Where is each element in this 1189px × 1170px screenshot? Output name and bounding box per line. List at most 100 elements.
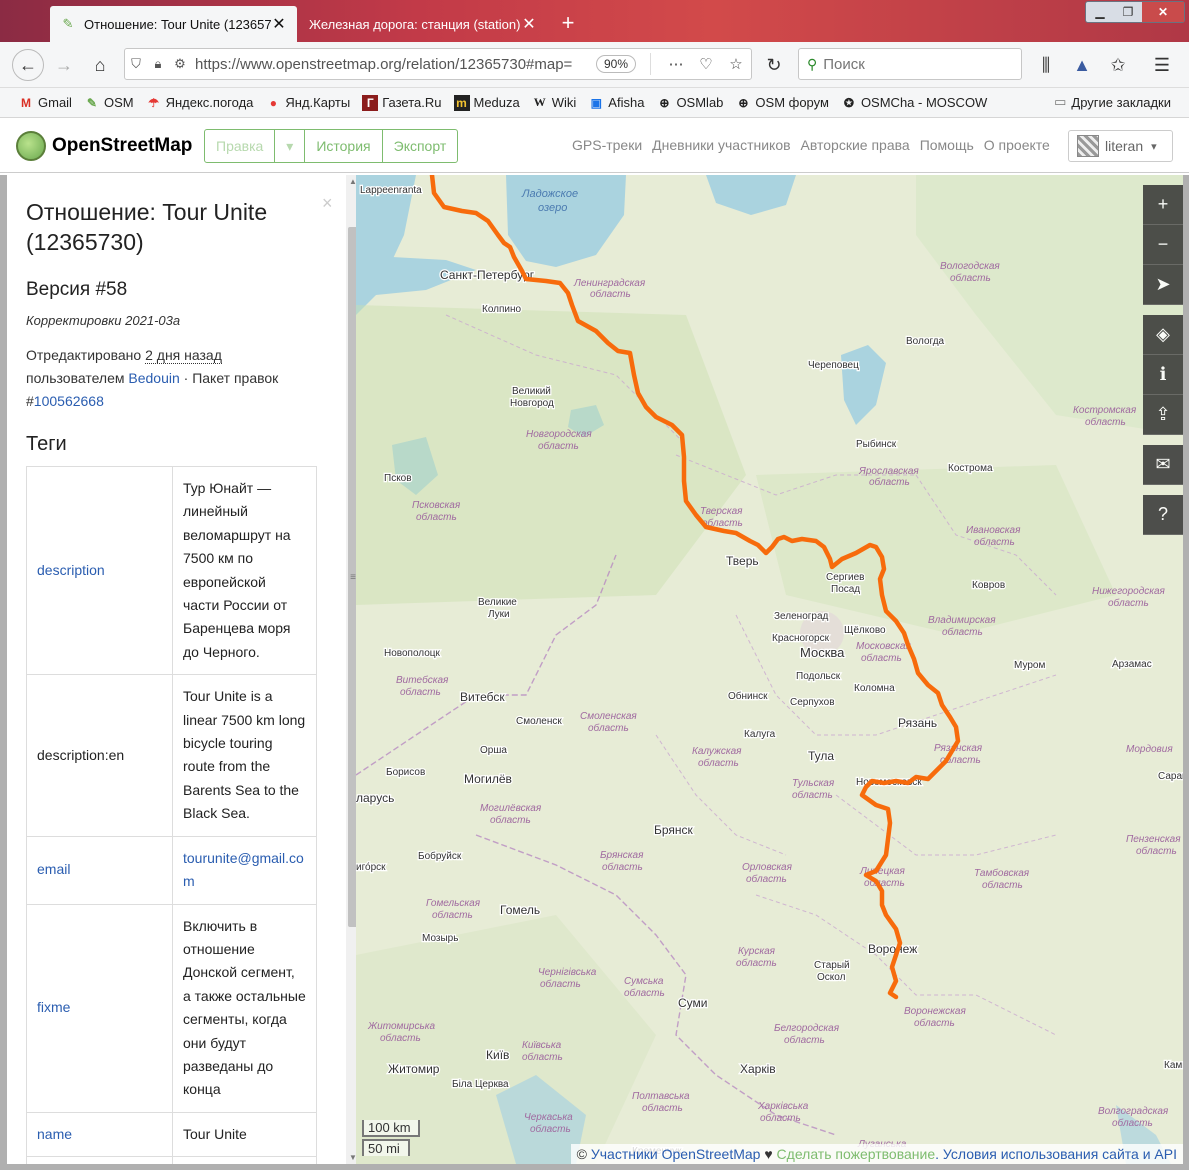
lock-icon[interactable]: 🔒︎ xyxy=(147,56,169,72)
osm-header: OpenStreetMap Правка ▾ История Экспорт G… xyxy=(0,119,1189,173)
globe-icon: ⊕ xyxy=(738,95,749,110)
library-icon[interactable]: ⫼ xyxy=(1030,49,1062,81)
bookmark-gazeta[interactable]: Г Газета.Ru xyxy=(362,94,442,111)
browser-tab-strip: ✎ Отношение: Tour Unite (12365730) ✕ Жел… xyxy=(0,0,1189,42)
link-copyright[interactable]: Авторские права xyxy=(801,137,910,153)
share-button[interactable]: ⇪ xyxy=(1143,395,1183,435)
city-label: Кострома xyxy=(948,463,993,474)
map-key-button[interactable]: ℹ xyxy=(1143,355,1183,395)
bookmark-yandex-maps[interactable]: ● Янд.Карты xyxy=(265,95,350,111)
search-bar[interactable]: ⚲ xyxy=(798,48,1022,80)
osmcha-icon: ✪ xyxy=(843,95,854,110)
tag-key-link[interactable]: name xyxy=(26,1111,173,1158)
bookmark-gmail[interactable]: M Gmail xyxy=(18,95,72,111)
query-features-button[interactable]: ? xyxy=(1143,495,1183,535)
tags-heading: Теги xyxy=(26,433,67,455)
bookmark-wiki[interactable]: W Wiki xyxy=(532,95,577,111)
search-input[interactable] xyxy=(823,55,994,73)
bookmark-osmcha[interactable]: ✪ OSMCha - MOSCOW xyxy=(841,95,987,111)
city-label: Житомир xyxy=(388,1062,440,1076)
url-text[interactable]: https://www.openstreetmap.org/relation/1… xyxy=(191,56,596,73)
layers-button[interactable]: ◈ xyxy=(1143,315,1183,355)
changeset-link[interactable]: 100562668 xyxy=(34,393,104,409)
bookmark-meduza[interactable]: m Meduza xyxy=(453,94,520,111)
tab-osm-relation[interactable]: ✎ Отношение: Tour Unite (12365730) ✕ xyxy=(50,6,297,42)
city-label: Брянск xyxy=(654,823,694,837)
region-label: Ленинградская xyxy=(573,278,646,289)
tag-key-link[interactable]: email xyxy=(26,835,173,905)
menu-icon[interactable]: ☰ xyxy=(1146,49,1178,81)
shield-icon[interactable]: ⛉ xyxy=(125,56,147,72)
maximize-icon[interactable]: ❐ xyxy=(1114,2,1142,22)
email-link[interactable]: tourunite@gmail.com xyxy=(172,835,317,905)
gazeta-icon: Г xyxy=(362,94,379,111)
tag-key-link[interactable]: description xyxy=(26,465,173,676)
url-bar[interactable]: ⛉ 🔒︎ ⚙ https://www.openstreetmap.org/rel… xyxy=(124,48,752,80)
region-label: область xyxy=(869,476,910,488)
region-label: Мордовия xyxy=(1126,744,1173,755)
window-controls: ▁ ❐ ✕ xyxy=(1085,1,1185,23)
close-icon[interactable]: × xyxy=(322,193,333,214)
bookmark-afisha[interactable]: ▣ Afisha xyxy=(588,95,645,111)
region-label: Витебская xyxy=(396,674,449,686)
minimize-icon[interactable]: ▁ xyxy=(1086,2,1114,22)
region-label: область xyxy=(746,873,787,885)
site-name: OpenStreetMap xyxy=(52,135,193,156)
tab-close-icon[interactable]: ✕ xyxy=(271,14,287,34)
link-user-diaries[interactable]: Дневники участников xyxy=(652,137,790,153)
add-note-button[interactable]: ✉ xyxy=(1143,445,1183,485)
region-label: Ярославская xyxy=(858,466,919,477)
city-label: Псков xyxy=(384,473,412,484)
tab-close-icon[interactable]: ✕ xyxy=(521,14,537,34)
bookmark-yandex-weather[interactable]: ☂ Яндекс.погода xyxy=(146,95,253,111)
new-tab-button[interactable]: + xyxy=(556,10,580,36)
city-label: Коломна xyxy=(854,683,895,694)
home-icon[interactable]: ⌂ xyxy=(84,49,116,81)
geolocate-button[interactable]: ➤ xyxy=(1143,265,1183,305)
window-frame-bottom xyxy=(0,1164,1189,1170)
city-label: Обнинск xyxy=(728,690,768,702)
map[interactable]: Ладожское озеро Ленинградская область Волого… xyxy=(356,175,1183,1164)
bookmark-osm[interactable]: ✎ OSM xyxy=(84,95,134,111)
user-menu-button[interactable]: literan ▾ xyxy=(1068,130,1173,162)
osm-logo[interactable]: OpenStreetMap xyxy=(16,131,192,161)
terms-link[interactable]: . Условия использования сайта и API xyxy=(935,1146,1177,1162)
bookmark-osm-forum[interactable]: ⊕ OSM форум xyxy=(735,95,829,111)
history-button[interactable]: История xyxy=(305,130,383,162)
permissions-icon[interactable]: ⚙ xyxy=(169,56,191,72)
forward-icon[interactable]: → xyxy=(48,49,80,81)
map-controls: + − ➤ ◈ ℹ ⇪ ✉ ? xyxy=(1143,185,1183,535)
avatar xyxy=(1077,135,1099,157)
reload-icon[interactable]: ↻ xyxy=(758,49,790,81)
link-about[interactable]: О проекте xyxy=(984,137,1050,153)
extension-icon[interactable]: ▲ xyxy=(1066,49,1098,81)
tab-railway-station[interactable]: Железная дорога: станция (station) ✕ xyxy=(299,6,547,42)
bookmark-osmlab[interactable]: ⊕ OSMlab xyxy=(656,95,723,111)
other-bookmarks[interactable]: ▭ Другие закладки xyxy=(1054,94,1171,110)
link-gps-traces[interactable]: GPS-треки xyxy=(572,137,642,153)
back-icon[interactable]: ← xyxy=(12,49,44,81)
tag-value: Тур Юнайт — линейный веломаршрут на 7500… xyxy=(172,465,317,676)
contributors-link[interactable]: Участники OpenStreetMap xyxy=(591,1146,761,1162)
url-separator xyxy=(650,53,651,75)
zoom-in-button[interactable]: + xyxy=(1143,185,1183,225)
link-help[interactable]: Помощь xyxy=(920,137,974,153)
bookmark-star-icon[interactable]: ☆ xyxy=(721,55,751,73)
tag-key-link[interactable]: fixme xyxy=(26,903,173,1113)
edit-dropdown-icon[interactable]: ▾ xyxy=(275,130,306,162)
zoom-out-button[interactable]: − xyxy=(1143,225,1183,265)
export-button[interactable]: Экспорт xyxy=(383,130,458,162)
user-link[interactable]: Bedouin xyxy=(128,370,179,386)
city-label: иго́рск xyxy=(356,862,386,873)
page-title: Отношение: Tour Unite (12365730) xyxy=(26,199,268,255)
donate-link[interactable]: Сделать пожертвование xyxy=(777,1146,936,1162)
bookmarks-toolbar: M Gmail ✎ OSM ☂ Яндекс.погода ● Янд.Карты ГГ… xyxy=(0,88,1189,118)
pocket-icon[interactable]: ♡ xyxy=(691,55,721,73)
page-actions-icon[interactable]: ⋯ xyxy=(661,55,691,73)
umbrella-icon: ☂ xyxy=(148,95,159,110)
window-close-icon[interactable]: ✕ xyxy=(1142,2,1184,22)
extension-star-icon[interactable]: ✩ xyxy=(1102,49,1134,81)
edit-button[interactable]: Правка xyxy=(205,130,276,162)
zoom-level[interactable]: 90% xyxy=(595,55,636,73)
city-label: Витебск xyxy=(460,690,505,704)
